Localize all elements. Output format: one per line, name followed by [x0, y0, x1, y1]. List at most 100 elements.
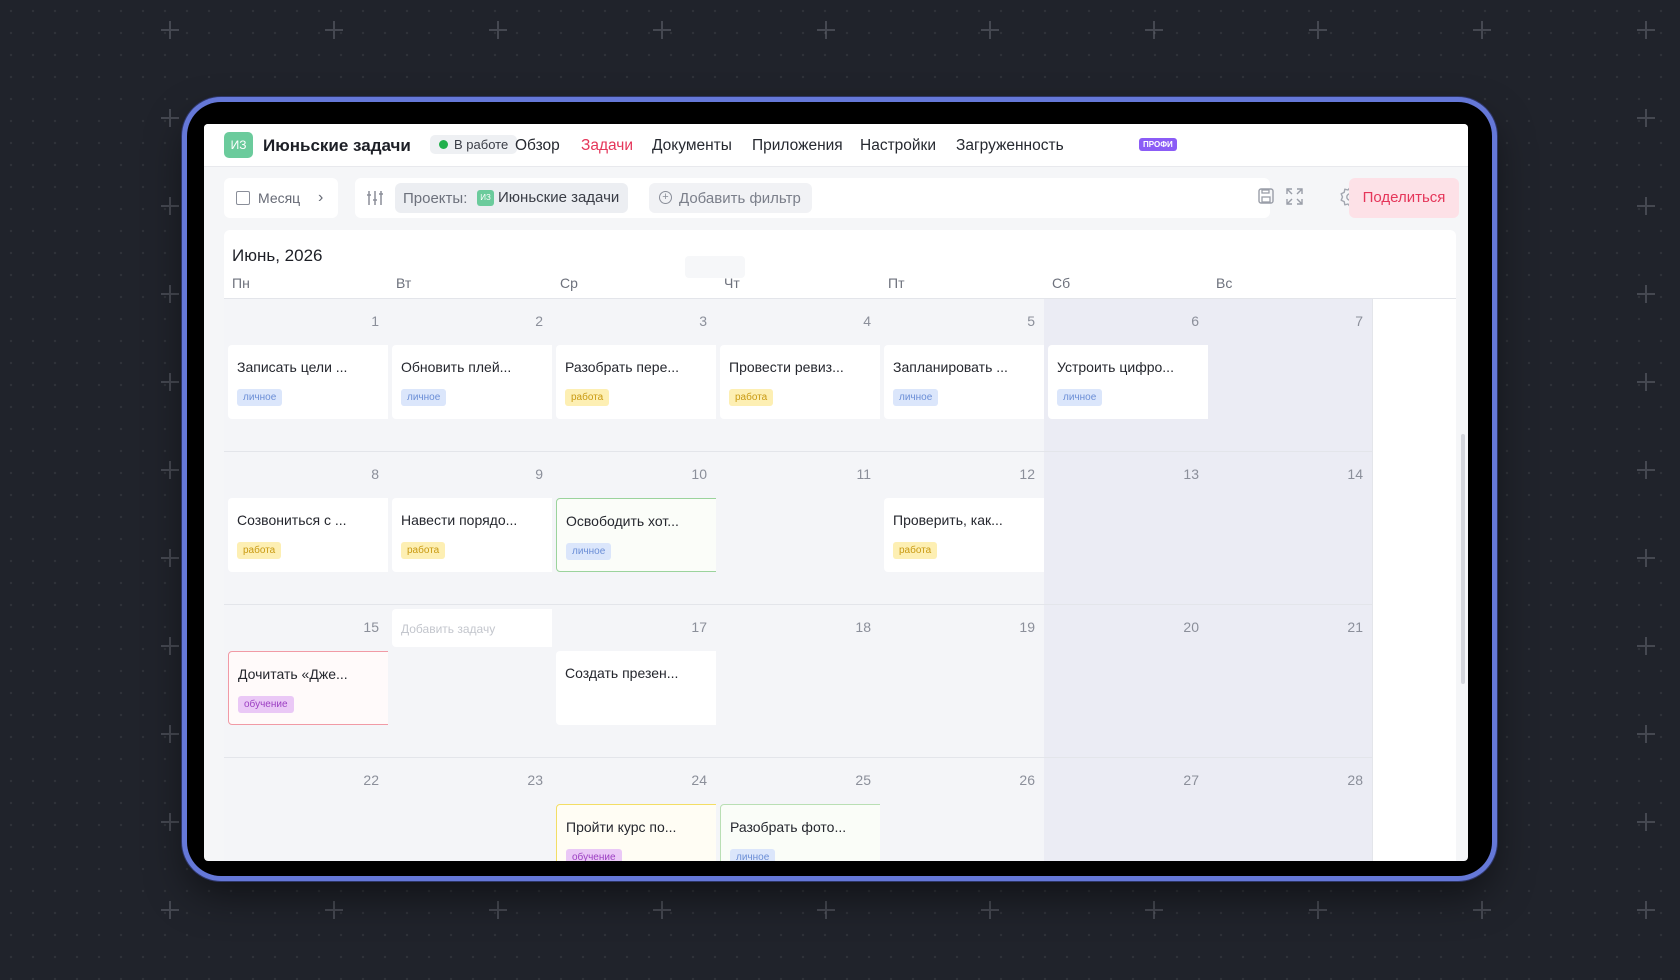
weekday-mon: Пн [232, 275, 250, 291]
task-card[interactable]: Разобрать фото... личное [720, 804, 886, 861]
weekday-tue: Вт [396, 275, 412, 291]
task-title: Разобрать пере... [565, 359, 680, 375]
day-number: 15 [363, 619, 379, 635]
weekday-thu: Чт [724, 275, 740, 291]
scrollbar[interactable] [1461, 434, 1465, 684]
tab-documents[interactable]: Документы [652, 137, 732, 155]
day-cell[interactable]: 26 [880, 758, 1045, 861]
day-cell[interactable]: 17 Создать презен... [552, 605, 722, 758]
day-number: 19 [1019, 619, 1035, 635]
add-filter-button[interactable]: + Добавить фильтр [649, 183, 812, 213]
task-title: Создать презен... [565, 665, 679, 681]
view-month-button[interactable]: Месяц › [224, 178, 338, 218]
day-cell[interactable]: 6 Устроить цифро... личное [1044, 299, 1214, 452]
day-cell[interactable]: Добавить задачу [388, 605, 558, 758]
day-cell[interactable]: 8 Созвониться с ... работа [224, 452, 394, 605]
day-number: 14 [1347, 466, 1363, 482]
day-number: 9 [535, 466, 543, 482]
background-plus-mark [981, 21, 999, 39]
day-cell[interactable]: 28 [1208, 758, 1373, 861]
weekday-sun: Вс [1216, 275, 1233, 291]
task-card[interactable]: Разобрать пере... работа [556, 345, 722, 419]
day-cell[interactable]: 14 [1208, 452, 1373, 605]
tab-tasks[interactable]: Задачи [581, 137, 633, 155]
plus-circle-icon: + [659, 191, 672, 204]
day-cell[interactable]: 21 [1208, 605, 1373, 758]
task-card[interactable]: Провести ревиз... работа [720, 345, 886, 419]
share-button[interactable]: Поделиться [1349, 178, 1459, 218]
day-cell[interactable]: 9 Навести порядо... работа [388, 452, 558, 605]
background-plus-mark [161, 21, 179, 39]
day-number: 12 [1019, 466, 1035, 482]
save-icon[interactable] [1258, 188, 1274, 204]
tab-workload[interactable]: Загруженность [956, 137, 1064, 155]
background-plus-mark [653, 21, 671, 39]
task-card[interactable]: Обновить плей... личное [392, 345, 558, 419]
day-number: 2 [535, 313, 543, 329]
status-badge[interactable]: В работе [430, 135, 518, 154]
day-cell[interactable]: 13 [1044, 452, 1209, 605]
background-plus-mark [161, 725, 179, 743]
day-number: 25 [855, 772, 871, 788]
day-cell[interactable]: 4 Провести ревиз... работа [716, 299, 886, 452]
day-cell[interactable]: 22 [224, 758, 389, 861]
task-card[interactable]: Запланировать ... личное [884, 345, 1050, 419]
background-plus-mark [325, 901, 343, 919]
background-plus-mark [1637, 197, 1655, 215]
task-tag: личное [566, 543, 612, 560]
task-card[interactable]: Созвониться с ... работа [228, 498, 394, 572]
task-title: Обновить плей... [401, 359, 512, 375]
view-label: Месяц [258, 190, 301, 206]
background-plus-mark [1309, 21, 1327, 39]
day-cell[interactable]: 12 Проверить, как... работа [880, 452, 1050, 605]
day-cell[interactable]: 25 Разобрать фото... личное [716, 758, 886, 861]
day-cell[interactable]: 1 Записать цели ... личное [224, 299, 394, 452]
month-title: Июнь, 2026 [232, 246, 323, 265]
task-card[interactable]: Пройти курс по... обучение [556, 804, 722, 861]
background-plus-mark [1473, 901, 1491, 919]
task-card[interactable]: Устроить цифро... личное [1048, 345, 1214, 419]
background-plus-mark [161, 373, 179, 391]
task-card[interactable]: Проверить, как... работа [884, 498, 1050, 572]
expand-icon[interactable] [1286, 188, 1303, 205]
background-plus-mark [1309, 901, 1327, 919]
task-card[interactable]: Дочитать «Дже... обучение [228, 651, 394, 725]
background-plus-mark [161, 901, 179, 919]
task-card[interactable]: Освободить хот... личное [556, 498, 722, 572]
background-plus-mark [1145, 901, 1163, 919]
day-number: 26 [1019, 772, 1035, 788]
day-cell[interactable]: 19 [880, 605, 1045, 758]
day-cell[interactable]: 15 Дочитать «Дже... обучение [224, 605, 394, 758]
task-card[interactable]: Записать цели ... личное [228, 345, 394, 419]
tab-settings[interactable]: Настройки [860, 137, 936, 155]
day-cell[interactable]: 24 Пройти курс по... обучение [552, 758, 722, 861]
day-cell[interactable]: 18 [716, 605, 881, 758]
day-number: 4 [863, 313, 871, 329]
task-title: Запланировать ... [893, 359, 1008, 375]
task-card[interactable]: Создать презен... [556, 651, 722, 725]
background-plus-mark [1637, 549, 1655, 567]
add-task-input[interactable]: Добавить задачу [392, 609, 558, 647]
task-card[interactable]: Навести порядо... работа [392, 498, 558, 572]
day-cell[interactable]: 11 [716, 452, 881, 605]
day-cell[interactable]: 20 [1044, 605, 1209, 758]
background-plus-mark [1637, 109, 1655, 127]
tab-overview[interactable]: Обзор [515, 137, 560, 155]
background-plus-mark [161, 285, 179, 303]
day-cell[interactable]: 10 Освободить хот... личное [552, 452, 722, 605]
day-cell[interactable]: 3 Разобрать пере... работа [552, 299, 722, 452]
status-dot-icon [439, 140, 448, 149]
tab-apps[interactable]: Приложения [752, 137, 843, 155]
background-plus-mark [1637, 901, 1655, 919]
filter-key: Проекты: [403, 190, 468, 207]
background-plus-mark [161, 637, 179, 655]
day-cell[interactable]: 5 Запланировать ... личное [880, 299, 1050, 452]
background-plus-mark [817, 21, 835, 39]
day-cell[interactable]: 2 Обновить плей... личное [388, 299, 558, 452]
filter-sliders-icon[interactable] [365, 188, 385, 208]
background-plus-mark [1637, 637, 1655, 655]
project-filter-chip[interactable]: Проекты: ИЗ Июньские задачи [395, 183, 628, 213]
day-cell[interactable]: 7 [1208, 299, 1373, 452]
day-cell[interactable]: 27 [1044, 758, 1209, 861]
day-cell[interactable]: 23 [388, 758, 553, 861]
